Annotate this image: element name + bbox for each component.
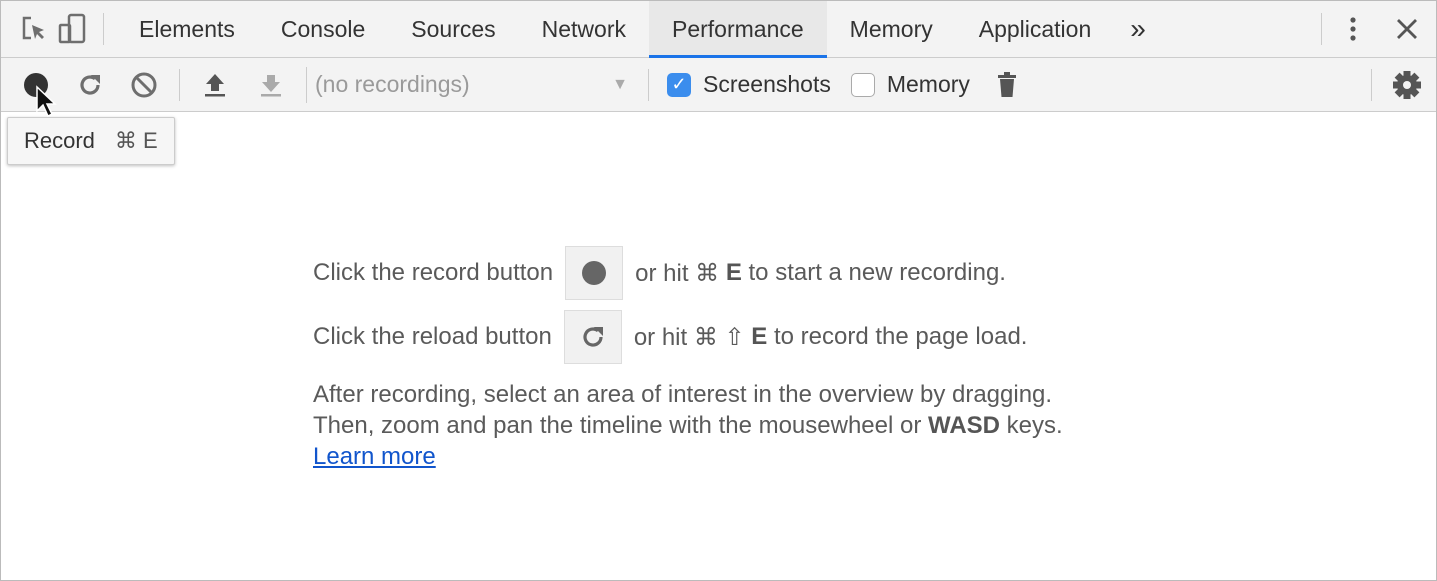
landing-instructions: Click the record button or hit ⌘ E to st… (313, 245, 1063, 472)
kebab-menu-icon[interactable] (1334, 10, 1372, 48)
reload-instruction: Click the reload button or hit ⌘ ⇧ E to … (313, 309, 1063, 365)
instruction-text: or hit ⌘ ⇧ (633, 323, 752, 351)
divider (648, 68, 649, 101)
devtools-tabbar: Elements Console Sources Network Perform… (1, 0, 1436, 58)
recordings-select[interactable]: (no recordings) ▼ (306, 66, 636, 103)
load-profile-icon[interactable] (192, 62, 238, 108)
device-toolbar-icon[interactable] (53, 10, 91, 48)
garbage-collect-trash-icon[interactable] (984, 62, 1030, 108)
settings-gear-icon[interactable] (1384, 62, 1430, 108)
divider (179, 68, 180, 101)
wasd-keys: WASD (928, 412, 1001, 439)
instruction-text: or hit ⌘ (635, 259, 726, 287)
divider (1371, 68, 1372, 101)
help-text: keys. (1000, 412, 1063, 439)
record-instruction: Click the record button or hit ⌘ E to st… (313, 245, 1063, 301)
screenshots-checkbox[interactable]: ✓ (667, 72, 691, 97)
save-profile-icon[interactable] (248, 62, 294, 108)
reload-record-button[interactable] (67, 62, 113, 108)
close-icon[interactable] (1388, 10, 1426, 48)
tooltip-shortcut: ⌘ E (114, 128, 158, 153)
instruction-text: Click the reload button (313, 323, 552, 350)
tab-performance[interactable]: Performance (649, 0, 827, 58)
tab-memory[interactable]: Memory (827, 1, 956, 58)
tab-console[interactable]: Console (258, 1, 388, 58)
tab-elements[interactable]: Elements (116, 1, 258, 58)
help-text: After recording, select an area of inter… (313, 381, 1053, 408)
memory-checkbox[interactable] (850, 72, 875, 97)
inspect-element-icon[interactable] (15, 10, 53, 48)
tab-network[interactable]: Network (519, 1, 649, 58)
tab-sources[interactable]: Sources (388, 1, 518, 58)
tab-application[interactable]: Application (956, 1, 1115, 58)
learn-more-link[interactable]: Learn more (313, 443, 436, 470)
performance-toolbar: (no recordings) ▼ ✓ Screenshots Memory (1, 58, 1436, 112)
record-tooltip: Record ⌘ E (7, 117, 175, 165)
inline-reload-button[interactable] (563, 310, 622, 364)
memory-label: Memory (886, 71, 970, 97)
tooltip-label: Record (24, 128, 95, 153)
dropdown-arrow-icon: ▼ (612, 75, 628, 93)
recordings-select-value: (no recordings) (315, 71, 470, 97)
screenshots-label: Screenshots (703, 71, 831, 97)
shortcut-key: E (725, 259, 742, 286)
instruction-text: to record the page load. (767, 323, 1028, 350)
clear-icon[interactable] (121, 62, 167, 108)
divider (103, 13, 104, 45)
instruction-text: Click the record button (313, 259, 554, 286)
help-paragraph: After recording, select an area of inter… (313, 379, 1063, 472)
instruction-text: to start a new recording. (741, 259, 1006, 286)
help-text: Then, zoom and pan the timeline with the… (313, 412, 929, 439)
inline-record-button[interactable] (565, 246, 624, 300)
shortcut-key: E (751, 323, 768, 350)
divider (1321, 13, 1322, 45)
mouse-cursor-icon (35, 85, 57, 124)
more-tabs-icon[interactable]: » (1114, 1, 1162, 58)
